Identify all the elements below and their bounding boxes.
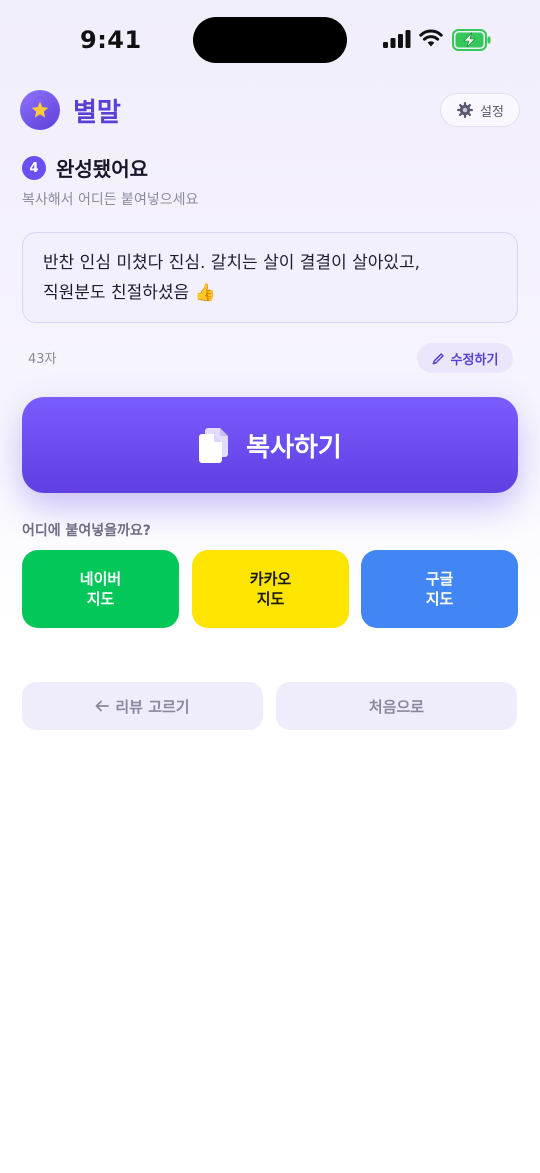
review-text-line-2: 직원분도 친절하셨음 👍 bbox=[43, 283, 216, 303]
signal-icon bbox=[383, 30, 411, 48]
kakao-map-label-2: 지도 bbox=[256, 590, 285, 608]
back-to-reviews-button[interactable]: 리뷰 고르기 bbox=[22, 682, 263, 730]
wifi-icon bbox=[419, 29, 443, 47]
google-map-button[interactable]: 구글 지도 bbox=[361, 550, 518, 628]
app-name: 별말 bbox=[73, 98, 121, 128]
google-map-label-2: 지도 bbox=[425, 590, 454, 608]
step-subtitle: 복사해서 어디든 붙여넣으세요 bbox=[22, 192, 199, 208]
settings-button[interactable]: 설정 bbox=[440, 93, 520, 127]
paste-target-label: 어디에 붙여넣을까요? bbox=[22, 523, 151, 539]
edit-label: 수정하기 bbox=[450, 352, 499, 368]
app-logo bbox=[20, 90, 60, 130]
status-time: 9:41 bbox=[80, 26, 142, 54]
naver-map-label-2: 지도 bbox=[86, 590, 115, 608]
step-number-badge: 4 bbox=[22, 156, 46, 180]
star-icon bbox=[31, 101, 49, 118]
copy-button[interactable]: 복사하기 bbox=[22, 397, 518, 493]
back-label: 리뷰 고르기 bbox=[115, 697, 190, 716]
review-text-line-1: 반찬 인심 미쳤다 진심. 갈치는 살이 결결이 살아있고, bbox=[43, 253, 421, 273]
step-title: 완성됐어요 bbox=[56, 157, 148, 181]
start-over-label: 처음으로 bbox=[368, 697, 425, 716]
start-over-button[interactable]: 처음으로 bbox=[276, 682, 517, 730]
settings-label: 설정 bbox=[480, 104, 504, 120]
dynamic-island bbox=[193, 17, 347, 63]
status-bar: 9:41 bbox=[0, 0, 540, 80]
kakao-map-label-1: 카카오 bbox=[249, 570, 292, 588]
arrow-left-icon bbox=[95, 700, 110, 712]
kakao-map-button[interactable]: 카카오 지도 bbox=[192, 550, 349, 628]
copy-icon bbox=[199, 428, 229, 463]
google-map-label-1: 구글 bbox=[425, 570, 454, 588]
pencil-icon bbox=[432, 352, 444, 364]
naver-map-button[interactable]: 네이버 지도 bbox=[22, 550, 179, 628]
gear-icon bbox=[457, 102, 473, 118]
character-count: 43자 bbox=[28, 352, 57, 367]
edit-button[interactable]: 수정하기 bbox=[417, 343, 513, 373]
copy-label: 복사하기 bbox=[246, 432, 342, 463]
battery-charging-icon bbox=[452, 29, 491, 51]
naver-map-label-1: 네이버 bbox=[79, 570, 122, 588]
review-text-box[interactable]: 반찬 인심 미쳤다 진심. 갈치는 살이 결결이 살아있고, 직원분도 친절하셨… bbox=[22, 232, 518, 323]
